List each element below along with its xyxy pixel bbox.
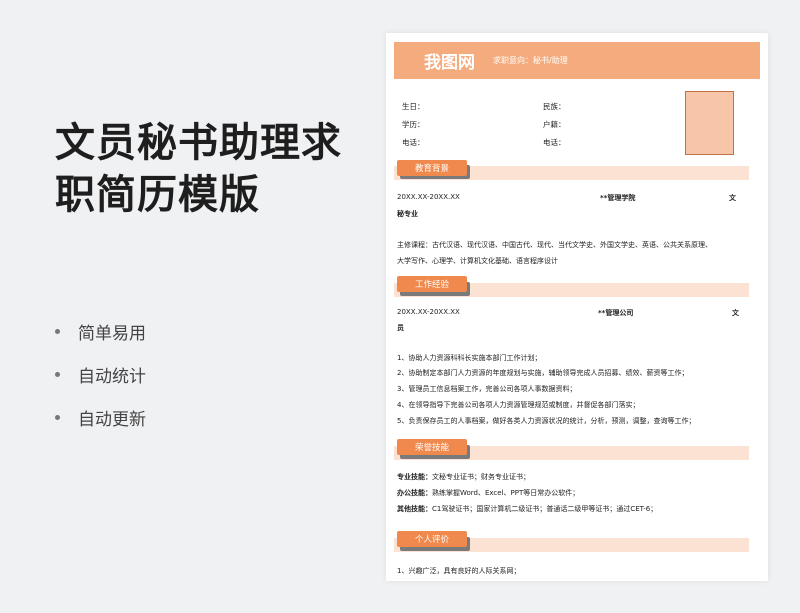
work-company: **管理公司	[598, 309, 634, 317]
work-duty: 2、协助制定本部门人力资源的年度规划与实施，辅助领导完成人员招募、绩效、薪资等工…	[397, 369, 689, 377]
skill-line: 专业技能：文秘专业证书；财务专业证书；	[397, 472, 530, 482]
feature-item: 自动更新	[55, 396, 146, 439]
resume-brand: 我图网	[424, 53, 475, 73]
section-title-skills: 荣誉技能	[397, 439, 467, 455]
info-phone-2: 电话：	[543, 138, 566, 147]
job-objective: 求职意向：秘书/助理	[493, 56, 568, 65]
bullet-dot-icon	[55, 415, 60, 420]
work-role-cont: 员	[397, 324, 404, 332]
education-school: **管理学院	[600, 194, 636, 202]
work-duty: 1、协助人力资源科科长实施本部门工作计划；	[397, 354, 542, 362]
skill-line: 办公技能：熟练掌握Word、Excel、PPT等日常办公软件；	[397, 488, 579, 498]
skill-value: 熟练掌握Word、Excel、PPT等日常办公软件；	[432, 489, 580, 497]
photo-placeholder	[685, 91, 734, 155]
feature-list: 简单易用 自动统计 自动更新	[55, 310, 146, 439]
section-title-education: 教育背景	[397, 160, 467, 176]
skill-label: 其他技能：	[397, 505, 432, 513]
resume-preview: 我图网 求职意向：秘书/助理 生日： 民族： 学历： 户籍： 电话： 电话： 教…	[386, 33, 768, 581]
promo-title: 文员秘书助理求职简历模版	[55, 120, 342, 218]
feature-item: 自动统计	[55, 353, 146, 396]
work-duty: 4、在领导指导下完善公司各项人力资源管理规范或制度，并督促各部门落实；	[397, 401, 640, 409]
info-hukou: 户籍：	[543, 120, 566, 129]
section-title-work: 工作经验	[397, 276, 467, 292]
education-date: 20XX.XX-20XX.XX	[397, 193, 460, 201]
info-education: 学历：	[402, 120, 425, 129]
skill-label: 专业技能：	[397, 473, 432, 481]
bullet-dot-icon	[55, 329, 60, 334]
skill-label: 办公技能：	[397, 489, 432, 497]
self-eval-line: 1、兴趣广泛，具有良好的人际关系网；	[397, 567, 521, 575]
feature-label: 自动更新	[78, 410, 146, 430]
work-date: 20XX.XX-20XX.XX	[397, 308, 460, 316]
resume-header: 我图网 求职意向：秘书/助理	[394, 42, 760, 79]
info-ethnicity: 民族：	[543, 102, 566, 111]
work-duty: 5、负责保存员工的人事档案，做好各类人力资源状况的统计，分析，预测，调整，查询等…	[397, 417, 696, 425]
education-courses-cont: 大学写作、心理学、计算机文化基础、语言程序设计	[397, 257, 558, 265]
work-duty: 3、管理员工信息档案工作，完善公司各项人事数据资料；	[397, 385, 577, 393]
work-role: 文	[732, 309, 739, 317]
skill-line: 其他技能：C1驾驶证书；国家计算机二级证书；普通话二级甲等证书；通过CET-6；	[397, 504, 657, 514]
skill-value: C1驾驶证书；国家计算机二级证书；普通话二级甲等证书；通过CET-6；	[432, 505, 658, 513]
info-phone: 电话：	[402, 138, 425, 147]
feature-item: 简单易用	[55, 310, 146, 353]
feature-label: 简单易用	[78, 324, 146, 344]
education-major: 文	[729, 194, 736, 202]
bullet-dot-icon	[55, 372, 60, 377]
info-birth: 生日：	[402, 102, 425, 111]
education-major-cont: 秘专业	[397, 210, 418, 218]
education-courses: 主修课程：古代汉语、现代汉语、中国古代、现代、当代文学史、外国文学史、英语、公共…	[397, 241, 712, 249]
feature-label: 自动统计	[78, 367, 146, 387]
skill-value: 文秘专业证书；财务专业证书；	[432, 473, 530, 481]
section-title-self: 个人评价	[397, 531, 467, 547]
